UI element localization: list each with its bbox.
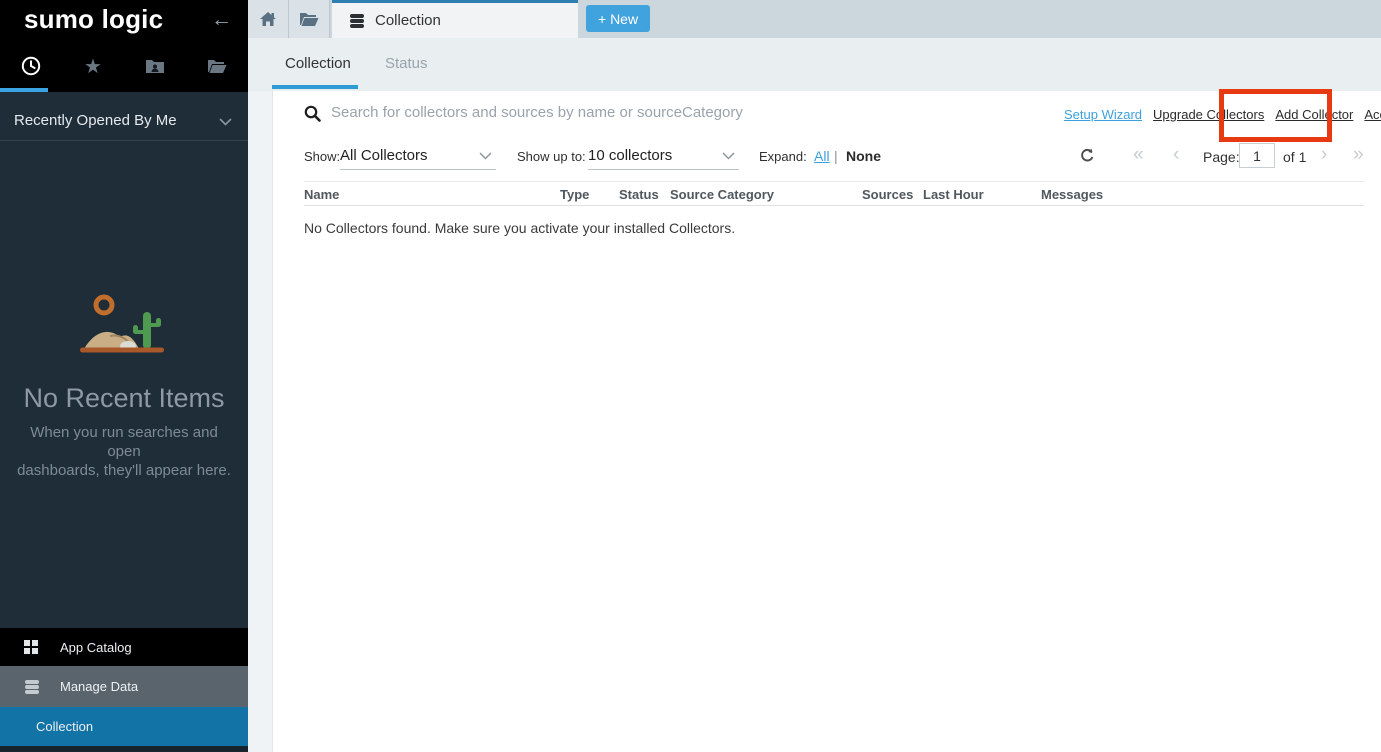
- expand-all-link[interactable]: All: [814, 148, 830, 164]
- setup-wizard-link[interactable]: Setup Wizard: [1064, 107, 1142, 122]
- new-button[interactable]: + New: [586, 5, 650, 32]
- no-recent-items-title: No Recent Items: [0, 383, 248, 414]
- expand-label: Expand:: [759, 149, 807, 164]
- open-folder-icon: [207, 58, 227, 74]
- tab-shared[interactable]: [124, 48, 186, 84]
- desert-illustration: [76, 292, 168, 354]
- app-catalog-label: App Catalog: [60, 640, 132, 655]
- clock-icon: [20, 55, 42, 77]
- first-page-button[interactable]: «: [1133, 146, 1144, 164]
- sidebar-bottom-strip: [0, 746, 248, 752]
- chevron-down-icon[interactable]: [479, 152, 492, 160]
- tab-favorites[interactable]: ★: [62, 48, 124, 84]
- manage-data-label: Manage Data: [60, 679, 138, 694]
- search-input[interactable]: [331, 100, 951, 124]
- column-header-type: Type: [560, 187, 589, 202]
- grid-icon: [24, 640, 40, 654]
- filter-row: Show: All Collectors Show up to: 10 coll…: [273, 141, 1381, 173]
- library-button[interactable]: [289, 0, 330, 38]
- column-header-sources: Sources: [862, 187, 913, 202]
- sidebar-icon-tabs: ★: [0, 48, 248, 84]
- top-tab-strip: Collection + New: [248, 0, 1381, 38]
- show-up-to-label: Show up to:: [517, 149, 586, 164]
- recently-opened-dropdown[interactable]: Recently Opened By Me: [0, 104, 248, 138]
- collapse-sidebar-icon[interactable]: ←: [211, 8, 232, 32]
- app-logo: sumo logic: [24, 4, 163, 35]
- page-label: Page:: [1203, 149, 1240, 165]
- column-header-messages: Messages: [1041, 187, 1103, 202]
- logo-area: sumo logic ← ★: [0, 0, 248, 92]
- subtab-bar: Collection Status: [248, 38, 1381, 91]
- page-number-input[interactable]: [1239, 143, 1275, 168]
- folder-icon: [299, 12, 319, 27]
- tab-recents[interactable]: [0, 48, 62, 84]
- show-dropdown[interactable]: All Collectors: [340, 147, 428, 164]
- sidebar-item-manage-data[interactable]: Manage Data: [0, 666, 248, 707]
- desc-line-1: When you run searches and open: [30, 424, 218, 460]
- refresh-icon[interactable]: [1079, 147, 1096, 164]
- desc-line-2: dashboards, they'll appear here.: [17, 462, 231, 479]
- search-icon: [304, 105, 321, 122]
- empty-table-message: No Collectors found. Make sure you activ…: [304, 220, 735, 236]
- divider: [0, 140, 248, 141]
- prev-page-button[interactable]: ‹: [1173, 146, 1179, 164]
- chevron-down-icon[interactable]: [722, 152, 735, 160]
- last-page-button[interactable]: »: [1353, 146, 1364, 164]
- main-area: Collection + New Collection Status Setup…: [248, 0, 1381, 752]
- tab-library[interactable]: [186, 48, 248, 84]
- show-up-to-dropdown[interactable]: 10 collectors: [588, 147, 672, 164]
- database-icon: [349, 13, 365, 29]
- sidebar-item-collection[interactable]: Collection: [0, 707, 248, 746]
- subtab-collection[interactable]: Collection: [285, 55, 351, 72]
- show-up-to-underline: [588, 169, 739, 170]
- expand-none-link[interactable]: None: [846, 148, 881, 164]
- folder-person-icon: [145, 58, 165, 74]
- show-label: Show:: [304, 149, 340, 164]
- column-header-last-hour: Last Hour: [923, 187, 984, 202]
- separator: |: [834, 148, 838, 164]
- sidebar-item-app-catalog[interactable]: App Catalog: [0, 628, 248, 666]
- subtab-status[interactable]: Status: [385, 55, 428, 72]
- database-icon: [24, 679, 40, 695]
- table-top-border: [304, 181, 1364, 182]
- page-of-label: of 1: [1283, 149, 1306, 165]
- access-keys-link[interactable]: Access Keys: [1364, 107, 1381, 122]
- tab-collection[interactable]: Collection: [332, 0, 578, 38]
- star-icon: ★: [84, 54, 102, 79]
- table-header-border: [304, 205, 1364, 206]
- active-tab-underline: [0, 88, 48, 92]
- tab-collection-label: Collection: [375, 12, 441, 29]
- recently-opened-label: Recently Opened By Me: [14, 112, 177, 129]
- show-dropdown-underline: [340, 169, 496, 170]
- subtab-active-underline: [272, 85, 358, 89]
- annotation-highlight-box: [1219, 89, 1332, 142]
- no-recent-items-description: When you run searches and open dashboard…: [14, 423, 234, 480]
- collection-content: Setup Wizard Upgrade Collectors Add Coll…: [272, 91, 1381, 752]
- column-header-status: Status: [619, 187, 659, 202]
- column-header-name: Name: [304, 187, 339, 202]
- content-gutter: [248, 91, 272, 752]
- sidebar: sumo logic ← ★: [0, 0, 248, 752]
- chevron-down-icon: [219, 118, 232, 126]
- column-header-source-category: Source Category: [670, 187, 774, 202]
- next-page-button[interactable]: ›: [1321, 146, 1327, 164]
- home-button[interactable]: [248, 0, 289, 38]
- home-icon: [259, 11, 277, 27]
- collection-label: Collection: [36, 719, 93, 734]
